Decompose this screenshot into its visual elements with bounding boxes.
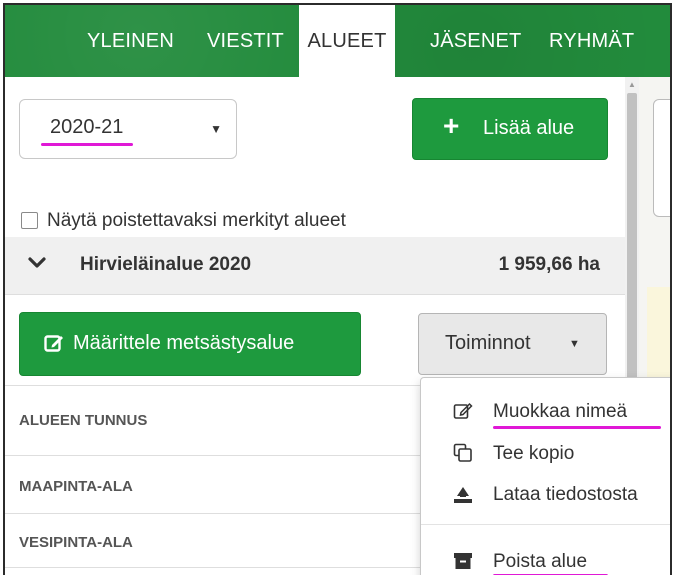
add-area-button-label: Lisää alue: [483, 117, 575, 139]
season-select-value: 2020-21: [50, 116, 124, 138]
property-label: VESIPINTA-ALA: [19, 534, 133, 551]
plus-icon: +: [443, 110, 460, 141]
menu-item-label: Poista alue: [493, 551, 588, 572]
tab-jasenet[interactable]: JÄSENET: [430, 5, 521, 77]
menu-item-copy[interactable]: Tee kopio: [421, 434, 670, 474]
menu-item-label: Tee kopio: [493, 443, 575, 464]
edit-icon: [453, 402, 473, 419]
tab-viestit[interactable]: VIESTIT: [207, 5, 284, 77]
app-frame: YLEINEN VIESTIT ALUEET JÄSENET RYHMÄT 20…: [3, 3, 672, 575]
annotation-underline: [41, 143, 133, 146]
upload-icon: [454, 487, 472, 503]
tools-menu: Muokkaa nimeä Tee kopio Lataa tiedostost…: [420, 377, 670, 575]
property-label: ALUEEN TUNNUS: [19, 412, 148, 429]
menu-item-upload[interactable]: Lataa tiedostosta: [421, 475, 670, 515]
menu-item-delete[interactable]: Poista alue: [421, 542, 670, 575]
archive-icon: [454, 553, 472, 569]
menu-divider: [421, 524, 670, 525]
define-hunting-area-label: Määrittele metsästysalue: [73, 332, 295, 354]
copy-icon: [453, 443, 472, 462]
define-hunting-area-button[interactable]: Määrittele metsästysalue: [19, 312, 361, 376]
tab-yleinen[interactable]: YLEINEN: [87, 5, 174, 77]
season-select[interactable]: 2020-21 ▼: [19, 99, 237, 159]
tools-button-label: Toiminnot: [445, 332, 531, 354]
chevron-down-icon: [28, 257, 46, 268]
menu-item-label: Lataa tiedostosta: [493, 484, 638, 505]
annotation-underline: [493, 426, 661, 429]
caret-down-icon: ▼: [569, 338, 580, 350]
show-deleted-checkbox[interactable]: [21, 212, 38, 229]
area-size: 1 959,66 ha: [498, 254, 600, 275]
area-name: Hirvieläinalue 2020: [80, 254, 252, 275]
property-label: MAAPINTA-ALA: [19, 478, 133, 495]
scroll-up-icon[interactable]: ▲: [628, 80, 636, 89]
tab-ryhmat[interactable]: RYHMÄT: [549, 5, 634, 77]
area-accordion-header[interactable]: Hirvieläinalue 2020 1 959,66 ha: [5, 237, 625, 295]
caret-down-icon: ▼: [210, 122, 222, 136]
tools-dropdown-button[interactable]: Toiminnot ▼: [418, 313, 607, 375]
edit-icon: [44, 335, 63, 352]
show-deleted-label: Näytä poistettavaksi merkityt alueet: [47, 210, 346, 231]
top-nav: YLEINEN VIESTIT ALUEET JÄSENET RYHMÄT: [5, 5, 670, 77]
tab-alueet[interactable]: ALUEET: [299, 5, 395, 77]
map-control[interactable]: [653, 99, 670, 217]
add-area-button[interactable]: + Lisää alue: [412, 98, 608, 160]
menu-item-label: Muokkaa nimeä: [493, 401, 628, 422]
